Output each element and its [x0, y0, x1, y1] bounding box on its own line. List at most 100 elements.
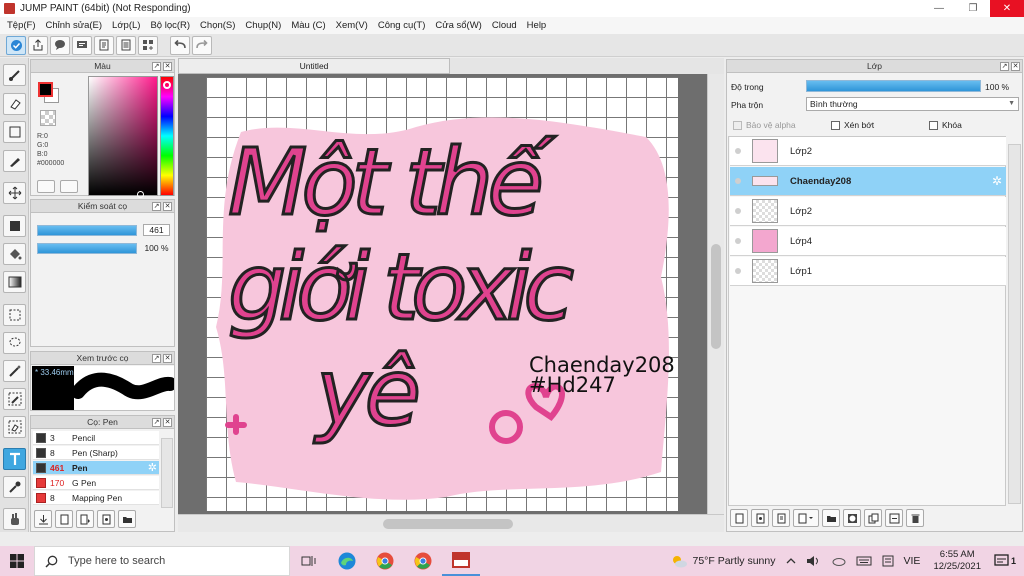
- panel-close-icon[interactable]: ✕: [163, 202, 172, 211]
- lasso-tool[interactable]: [3, 332, 26, 354]
- list-button[interactable]: [116, 35, 136, 55]
- brush-settings-button[interactable]: [97, 510, 115, 528]
- eyedropper-tool[interactable]: [3, 476, 26, 498]
- brush-download-button[interactable]: [34, 510, 52, 528]
- comment-button[interactable]: [50, 35, 70, 55]
- move-tool[interactable]: [3, 182, 26, 204]
- panel-close-icon[interactable]: ✕: [163, 62, 172, 71]
- menu-layer[interactable]: Lớp(L): [107, 20, 145, 31]
- transparent-color-swatch[interactable]: [40, 110, 56, 126]
- weather-widget[interactable]: 75°F Partly sunny: [665, 554, 781, 568]
- visibility-dot-icon[interactable]: [735, 268, 741, 274]
- picker-handle[interactable]: [137, 191, 144, 198]
- layer-row[interactable]: Lớp4: [730, 227, 1006, 256]
- panel-float-icon[interactable]: ↗: [152, 354, 161, 363]
- hue-handle[interactable]: [163, 81, 171, 89]
- visibility-dot-icon[interactable]: [735, 178, 741, 184]
- menu-filter[interactable]: Bộ lọc(R): [145, 20, 195, 31]
- task-view-button[interactable]: [290, 546, 328, 576]
- taskbar-search[interactable]: Type here to search: [34, 546, 290, 576]
- chrome-app-2[interactable]: [404, 546, 442, 576]
- mask-layer-button[interactable]: [843, 509, 861, 527]
- lock-checkbox[interactable]: Khóa: [929, 120, 962, 130]
- menu-tools[interactable]: Công cụ(T): [373, 20, 431, 31]
- brush-menu-button[interactable]: [76, 510, 94, 528]
- taskbar-clock[interactable]: 6:55 AM 12/25/2021: [925, 549, 989, 573]
- magic-wand-tool[interactable]: [3, 360, 26, 382]
- message-button[interactable]: [72, 35, 92, 55]
- layer-opacity-slider[interactable]: [806, 80, 981, 92]
- hand-tool[interactable]: [3, 508, 26, 530]
- visibility-dot-icon[interactable]: [735, 208, 741, 214]
- layer-settings-gear-icon[interactable]: ✲: [992, 174, 1002, 188]
- new-halftone-layer-button[interactable]: [751, 509, 769, 527]
- volume-button[interactable]: [801, 555, 825, 567]
- merge-layer-button[interactable]: [885, 509, 903, 527]
- start-button[interactable]: [0, 546, 34, 576]
- redo-button[interactable]: [192, 35, 212, 55]
- canvas-horizontal-scrollbar[interactable]: [178, 514, 724, 532]
- visibility-dot-icon[interactable]: [735, 238, 741, 244]
- input-method-button[interactable]: [877, 555, 899, 567]
- panel-close-icon[interactable]: ✕: [1011, 62, 1020, 71]
- duplicate-layer-button[interactable]: [864, 509, 882, 527]
- horizontal-scroll-thumb[interactable]: [383, 519, 513, 529]
- hue-slider[interactable]: [160, 76, 174, 196]
- share-button[interactable]: [28, 35, 48, 55]
- onedrive-button[interactable]: [825, 556, 851, 566]
- eraser-tool[interactable]: [3, 93, 26, 115]
- delete-layer-button[interactable]: [906, 509, 924, 527]
- chrome-app-1[interactable]: [366, 546, 404, 576]
- visibility-dot-icon[interactable]: [735, 148, 741, 154]
- layer-row-active[interactable]: Chaenday208 ✲: [730, 167, 1006, 196]
- show-hidden-icons[interactable]: [781, 557, 801, 565]
- edge-app[interactable]: [328, 546, 366, 576]
- add-layer-menu-button[interactable]: [793, 509, 819, 527]
- brush-item-pencil[interactable]: 3 Pencil: [33, 431, 159, 445]
- foreground-color-swatch[interactable]: [38, 82, 53, 97]
- panel-float-icon[interactable]: ↗: [152, 418, 161, 427]
- brush-item-mapping-pen[interactable]: 8 Mapping Pen: [33, 491, 159, 505]
- brush-size-value[interactable]: 461: [143, 224, 170, 236]
- brush-item-pen-sharp[interactable]: 8 Pen (Sharp): [33, 446, 159, 460]
- undo-button[interactable]: [170, 35, 190, 55]
- select-eraser-tool[interactable]: [3, 416, 26, 438]
- shape-tool[interactable]: [3, 121, 26, 143]
- jump-paint-app[interactable]: [442, 546, 480, 576]
- menu-color[interactable]: Màu (C): [286, 20, 330, 31]
- settings-gear-icon[interactable]: ✲: [148, 461, 157, 474]
- layer-row[interactable]: Lớp2: [730, 197, 1006, 226]
- protect-alpha-checkbox[interactable]: Bảo vệ alpha: [733, 120, 796, 130]
- canvas-workspace[interactable]: Một thế giới toxic yê Chaenday208 #Hd247: [178, 74, 707, 514]
- new-layer-button[interactable]: [730, 509, 748, 527]
- new-8bit-layer-button[interactable]: [772, 509, 790, 527]
- layer-list-scrollbar[interactable]: [1008, 144, 1021, 504]
- gradient-tool[interactable]: [3, 271, 26, 293]
- tab-untitled[interactable]: Untitled: [178, 58, 450, 74]
- layer-row[interactable]: Lớp2: [730, 137, 1006, 166]
- new-folder-button[interactable]: [822, 509, 840, 527]
- fill-rect-tool[interactable]: [3, 215, 26, 237]
- brush-size-slider[interactable]: [37, 225, 137, 236]
- color-palette-button[interactable]: [60, 180, 78, 193]
- saturation-value-picker[interactable]: [88, 76, 158, 198]
- canvas-vertical-scrollbar[interactable]: [707, 74, 724, 514]
- minimize-button[interactable]: —: [922, 0, 956, 17]
- panel-float-icon[interactable]: ↗: [1000, 62, 1009, 71]
- select-pen-tool[interactable]: [3, 388, 26, 410]
- pen-mode-button[interactable]: [6, 35, 26, 55]
- canvas-document[interactable]: Một thế giới toxic yê Chaenday208 #Hd247: [206, 77, 678, 511]
- vertical-scroll-thumb[interactable]: [711, 244, 721, 349]
- notification-center[interactable]: 1: [989, 554, 1024, 568]
- text-tool[interactable]: [3, 448, 26, 470]
- brush-tool[interactable]: [3, 64, 26, 86]
- grid-button[interactable]: [138, 35, 158, 55]
- panel-float-icon[interactable]: ↗: [152, 62, 161, 71]
- rect-select-tool[interactable]: [3, 304, 26, 326]
- language-indicator[interactable]: VIE: [899, 555, 926, 567]
- brush-folder-button[interactable]: [118, 510, 136, 528]
- menu-edit[interactable]: Chỉnh sửa(E): [41, 20, 108, 31]
- panel-float-icon[interactable]: ↗: [152, 202, 161, 211]
- color-wheel-button[interactable]: [37, 180, 55, 193]
- clipping-checkbox[interactable]: Xén bớt: [831, 120, 874, 130]
